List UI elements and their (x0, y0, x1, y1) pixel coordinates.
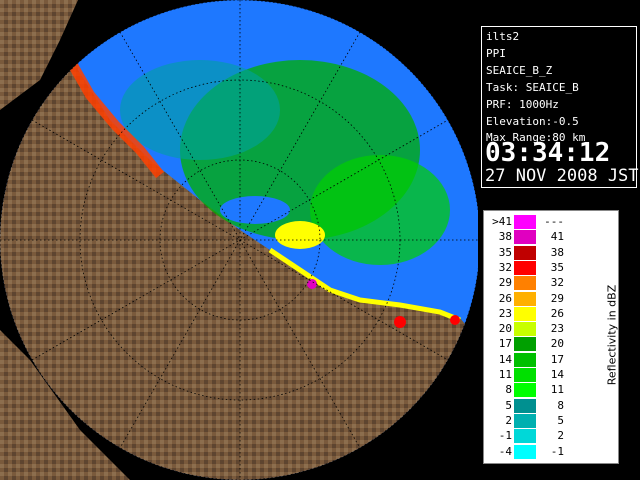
legend-lower-bound: 20 (498, 322, 512, 336)
legend-row: -4 -1 (484, 444, 584, 459)
legend-lower-bound: 23 (498, 306, 512, 320)
elevation-value: Elevation:-0.5 (486, 115, 579, 128)
legend-upper-bound: 35 (550, 260, 564, 274)
legend-row: 32 35 (484, 260, 584, 275)
legend-units-label: Reflectivity in dBZ (605, 284, 619, 386)
legend-lower-bound: 14 (498, 352, 512, 366)
legend-color-swatch (514, 322, 536, 337)
legend-upper-bound: 17 (550, 352, 564, 366)
site-name: ilts2 (486, 30, 520, 43)
legend-lower-bound: 17 (498, 337, 512, 351)
legend-lower-bound: 11 (498, 368, 512, 381)
prf-value: PRF: 1000Hz (486, 98, 559, 111)
legend-color-swatch (514, 230, 536, 245)
scan-date: 27 NOV 2008 JST (485, 166, 639, 186)
legend-upper-bound: 26 (550, 306, 564, 320)
legend-lower-bound: 35 (498, 245, 512, 259)
legend-row: >41 --- (484, 215, 584, 229)
legend-row: 8 11 (484, 383, 584, 398)
task-name: Task: SEAICE_B (486, 81, 579, 94)
legend-row: 29 32 (484, 276, 584, 291)
legend-row: 11 14 (484, 368, 584, 382)
legend-lower-bound: -1 (498, 429, 512, 443)
legend-color-swatch (514, 413, 536, 428)
legend-upper-bound: 41 (550, 230, 564, 244)
legend-row: 35 38 (484, 245, 584, 260)
echo-bay (220, 196, 290, 224)
echo-red-far-east (450, 315, 460, 325)
legend-lower-bound: -4 (498, 444, 512, 458)
echo-green-east (310, 155, 450, 265)
legend-row: 26 29 (484, 291, 584, 306)
legend-color-swatch (514, 398, 536, 413)
legend-color-swatch (514, 337, 536, 352)
legend-lower-bound: 32 (498, 260, 512, 274)
legend-upper-bound: 32 (550, 276, 564, 290)
echo-red-east (394, 316, 406, 328)
legend-lower-bound: 2 (505, 413, 512, 427)
legend-lower-bound: 38 (498, 230, 512, 244)
legend-upper-bound: 5 (557, 413, 564, 427)
legend-row: 20 23 (484, 322, 584, 337)
legend-upper-bound: 23 (550, 322, 564, 336)
legend-row: 14 17 (484, 352, 584, 367)
legend-row: 23 26 (484, 306, 584, 321)
legend-upper-bound: 20 (550, 337, 564, 351)
legend-color-swatch (514, 260, 536, 275)
scan-time: 03:34:12 (485, 138, 611, 168)
legend-row: 25 (484, 413, 584, 428)
legend-color-swatch (514, 368, 536, 382)
legend-row: -1 2 (484, 429, 584, 444)
legend-color-swatch (514, 215, 536, 229)
legend-color-swatch (514, 291, 536, 306)
echo-yellow (275, 221, 325, 249)
legend-lower-bound: 5 (505, 398, 512, 412)
legend-lower-bound: 29 (498, 276, 512, 290)
legend-upper-bound: 2 (557, 429, 564, 443)
legend-lower-bound: 8 (505, 383, 512, 397)
legend-upper-bound: 38 (550, 245, 564, 259)
legend-color-swatch (514, 276, 536, 291)
legend-lower-bound: >41 (492, 215, 512, 228)
legend-color-swatch (514, 306, 536, 321)
legend-upper-bound: 29 (550, 291, 564, 305)
variable-name: SEAICE_B_Z (486, 64, 553, 77)
info-panel: ilts2 PPI SEAICE_B_Z Task: SEAICE_B PRF:… (481, 26, 639, 188)
color-legend: >41 --- 38 41 35 38 32 35 29 32 26 29 23 26 20 23 17 20 14… (483, 210, 619, 464)
echo-teal (120, 60, 280, 160)
legend-upper-bound: 11 (550, 383, 564, 397)
legend-row: 58 (484, 398, 584, 413)
legend-color-swatch (514, 429, 536, 444)
product-type: PPI (486, 47, 506, 60)
legend-upper-bound: 14 (550, 368, 564, 381)
legend-row: 38 41 (484, 230, 584, 245)
legend-color-swatch (514, 444, 536, 459)
legend-upper-bound: -1 (550, 444, 564, 458)
legend-row: 17 20 (484, 337, 584, 352)
legend-lower-bound: 26 (498, 291, 512, 305)
echo-magenta (307, 279, 317, 289)
legend-color-swatch (514, 245, 536, 260)
legend-upper-bound: 8 (557, 398, 564, 412)
legend-color-swatch (514, 352, 536, 367)
legend-color-swatch (514, 383, 536, 398)
legend-upper-bound: --- (544, 215, 564, 228)
